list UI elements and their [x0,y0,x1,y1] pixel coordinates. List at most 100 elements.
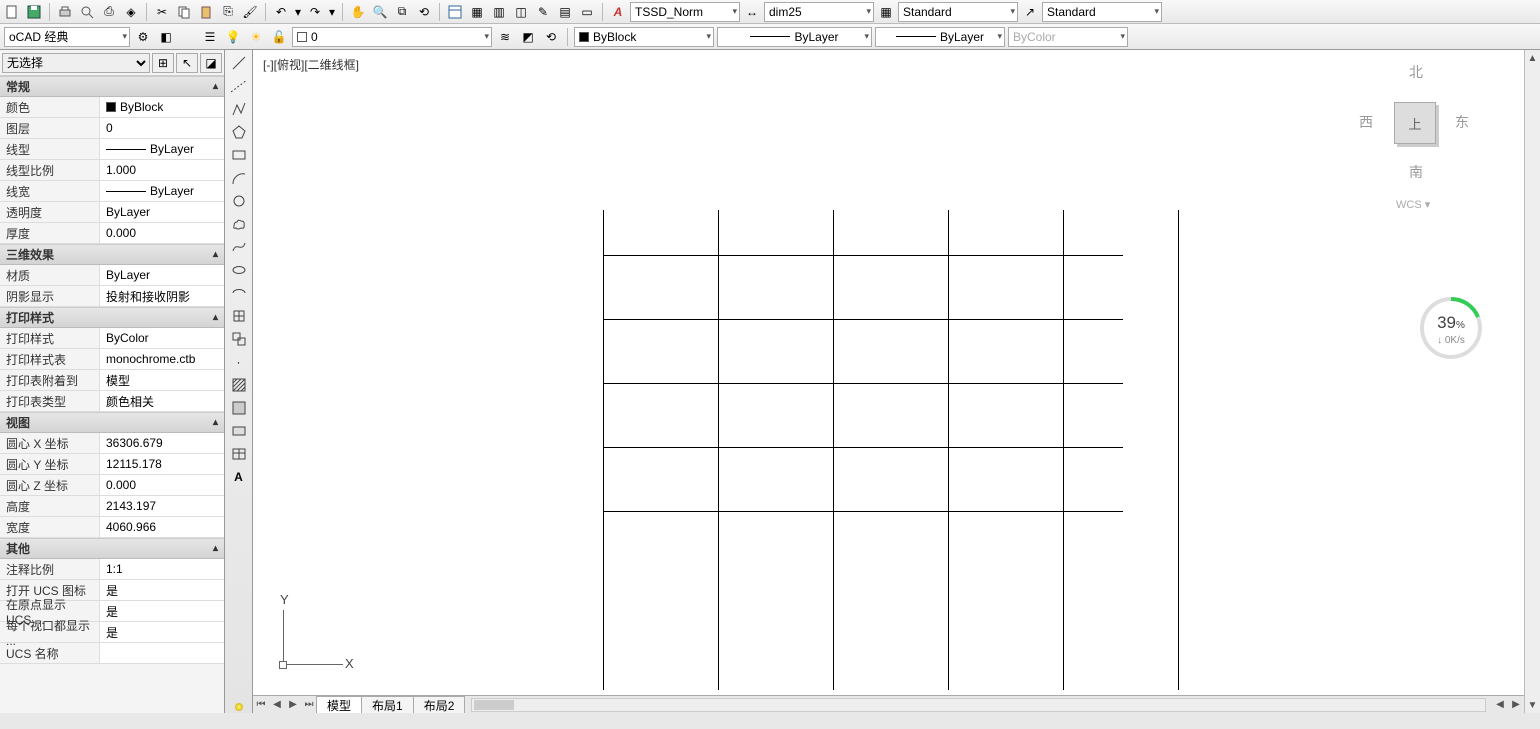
hscroll-left-icon[interactable]: ◀ [1492,697,1508,713]
qnew-icon[interactable] [2,2,22,22]
collapse-icon[interactable]: ▴ [213,312,218,323]
prop-row[interactable]: 圆心 Z 坐标0.000 [0,475,224,496]
tab-next-icon[interactable]: ▶ [285,697,301,713]
prop-value[interactable]: 36306.679 [100,433,224,453]
collapse-icon[interactable]: ▴ [213,543,218,554]
prop-row[interactable]: 高度2143.197 [0,496,224,517]
viewcube-top[interactable]: 上 [1394,102,1436,144]
pan-icon[interactable]: ✋ [348,2,368,22]
circle-icon[interactable] [228,190,250,212]
tab-model[interactable]: 模型 [316,696,362,713]
mtext-icon[interactable]: A [228,466,250,488]
prop-value[interactable]: ByLayer [100,139,224,159]
print-icon[interactable] [55,2,75,22]
tool-palette-icon[interactable]: ▥ [489,2,509,22]
prop-row[interactable]: 图层0 [0,118,224,139]
lineweight-combo[interactable]: ByLayer ▾ [875,27,1005,47]
prop-row[interactable]: 线型ByLayer [0,139,224,160]
ellipse-arc-icon[interactable] [228,282,250,304]
network-widget[interactable]: 39% ↓ 0K/s [1418,295,1484,361]
table-style-combo[interactable]: Standard▾ [898,2,1018,22]
vp-minimize[interactable]: [-] [263,58,274,72]
quickcalc-icon[interactable]: ▤ [555,2,575,22]
prop-value[interactable]: 1:1 [100,559,224,579]
prop-value[interactable]: 0.000 [100,223,224,243]
collapse-icon[interactable]: ▴ [213,249,218,260]
prop-row[interactable]: 注释比例1:1 [0,559,224,580]
zoom-prev-icon[interactable]: ⟲ [414,2,434,22]
vp-visual-style[interactable]: [二维线框] [304,58,359,72]
tab-first-icon[interactable]: ⏮ [253,697,269,713]
viewcube-east[interactable]: 东 [1455,112,1469,132]
viewcube-west[interactable]: 西 [1359,112,1373,132]
layer-iso-icon[interactable]: ◩ [518,27,538,47]
mleader-style-combo[interactable]: Standard▾ [1042,2,1162,22]
revcloud-icon[interactable] [228,213,250,235]
prop-category-header[interactable]: 常规▴ [0,76,224,97]
prop-value[interactable]: 是 [100,601,224,621]
insert-block-icon[interactable] [228,305,250,327]
rectangle-icon[interactable] [228,144,250,166]
prop-value[interactable]: 0.000 [100,475,224,495]
redo-dd-icon[interactable]: ▾ [327,2,337,22]
brush-icon[interactable]: 🖌 [240,2,260,22]
prop-row[interactable]: 线型比例1.000 [0,160,224,181]
prop-row[interactable]: 每个视口都显示 ...是 [0,622,224,643]
undo-icon[interactable]: ↶ [271,2,291,22]
table-icon[interactable] [228,443,250,465]
prop-value[interactable]: 模型 [100,370,224,390]
ellipse-icon[interactable] [228,259,250,281]
prop-value[interactable]: 是 [100,622,224,642]
tab-layout2[interactable]: 布局2 [413,696,466,713]
hatch-icon[interactable] [228,374,250,396]
dsettings-icon[interactable]: ▦ [467,2,487,22]
select-objects-icon[interactable]: ↖ [176,53,198,73]
save-icon[interactable] [24,2,44,22]
prop-row[interactable]: 材质ByLayer [0,265,224,286]
copy-icon[interactable] [174,2,194,22]
polyline-icon[interactable] [228,98,250,120]
layer-states-icon[interactable]: ≋ [495,27,515,47]
hscroll-right-icon[interactable]: ▶ [1508,697,1524,713]
paste-icon[interactable] [196,2,216,22]
prop-value[interactable]: ByColor [100,328,224,348]
line-icon[interactable] [228,52,250,74]
mleader-style-icon[interactable]: ↗ [1020,2,1040,22]
prop-value[interactable]: 是 [100,580,224,600]
redo-icon[interactable]: ↷ [305,2,325,22]
workspace-combo[interactable]: oCAD 经典▾ [4,27,130,47]
text-style-combo[interactable]: TSSD_Norm▾ [630,2,740,22]
layer-on-icon[interactable]: 💡 [223,27,243,47]
text-style-icon[interactable]: A [608,2,628,22]
prop-row[interactable]: 颜色ByBlock [0,97,224,118]
prop-value[interactable]: 2143.197 [100,496,224,516]
selection-combo[interactable]: 无选择 [2,53,150,73]
linetype-combo[interactable]: ByLayer ▾ [717,27,872,47]
3d-icon[interactable]: ◈ [121,2,141,22]
tab-layout1[interactable]: 布局1 [361,696,414,713]
prop-value[interactable]: 4060.966 [100,517,224,537]
xline-icon[interactable] [228,75,250,97]
prop-row[interactable]: 宽度4060.966 [0,517,224,538]
drawing-canvas[interactable]: [-][俯视][二维线框] Y X 北 南 西 东 上 WCS ▾ [253,50,1524,695]
polygon-icon[interactable] [228,121,250,143]
arc-icon[interactable] [228,167,250,189]
region-icon[interactable] [228,420,250,442]
markup-icon[interactable]: ✎ [533,2,553,22]
toggle-pickadd-icon[interactable]: ◪ [200,53,222,73]
prop-value[interactable]: ByLayer [100,202,224,222]
layer-prev-icon[interactable]: ⟲ [541,27,561,47]
hscrollbar[interactable] [471,698,1486,712]
layer-lock-icon[interactable]: 🔓 [269,27,289,47]
prop-value[interactable]: 投射和接收阴影 [100,286,224,306]
prop-category-header[interactable]: 其他▴ [0,538,224,559]
publish-icon[interactable]: ⎙ [99,2,119,22]
tab-prev-icon[interactable]: ◀ [269,697,285,713]
prop-value[interactable]: 12115.178 [100,454,224,474]
collapse-icon[interactable]: ▴ [213,81,218,92]
prop-value[interactable]: ByLayer [100,181,224,201]
prop-row[interactable]: 厚度0.000 [0,223,224,244]
viewcube-north[interactable]: 北 [1409,62,1423,82]
prop-value[interactable]: monochrome.ctb [100,349,224,369]
prop-row[interactable]: 阴影显示投射和接收阴影 [0,286,224,307]
